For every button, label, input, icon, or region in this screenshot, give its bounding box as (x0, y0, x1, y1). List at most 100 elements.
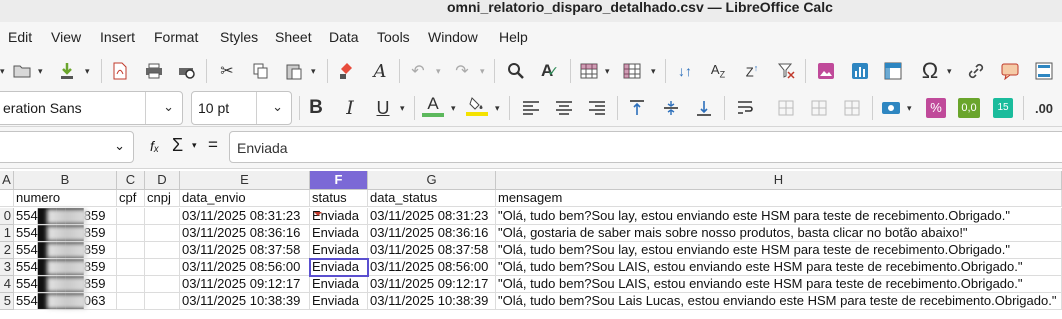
save-dropdown-icon[interactable]: ▾ (85, 66, 90, 77)
cell-data-status[interactable]: 03/11/2025 08:37:58 (368, 242, 496, 259)
redo-dropdown-icon[interactable]: ▾ (480, 66, 485, 77)
sort-descending-icon[interactable]: Z↑ (740, 59, 764, 83)
undo-icon[interactable]: ↶ (406, 59, 430, 83)
italic-icon[interactable]: I (338, 96, 362, 120)
row-icon[interactable] (577, 59, 601, 83)
header-cell-a[interactable] (0, 190, 14, 207)
comment-icon[interactable] (998, 59, 1022, 83)
cell-mensagem[interactable]: "Olá, tudo bem?Sou lay, estou enviando e… (496, 242, 1062, 259)
row-dropdown-icon[interactable]: ▾ (605, 66, 610, 77)
align-bottom-icon[interactable] (692, 96, 716, 120)
insert-image-icon[interactable] (814, 59, 838, 83)
font-color-icon[interactable]: A (421, 94, 445, 118)
column-header-b[interactable]: B (14, 171, 117, 190)
paste-icon[interactable] (282, 59, 306, 83)
percent-format-icon[interactable]: % (924, 96, 948, 120)
column-header-f[interactable]: F (310, 171, 368, 190)
export-pdf-icon[interactable] (108, 59, 132, 83)
menu-insert[interactable]: Insert (100, 29, 135, 45)
sum-dropdown-icon[interactable]: ▾ (192, 140, 197, 151)
menu-help[interactable]: Help (499, 29, 528, 45)
row-number[interactable]: 5 (0, 293, 14, 310)
header-cell-mensagem[interactable]: mensagem (496, 190, 1062, 207)
cell-data-status[interactable]: 03/11/2025 10:38:39 (368, 293, 496, 310)
column-header-d[interactable]: D (145, 171, 180, 190)
column-dropdown-icon[interactable]: ▾ (651, 66, 656, 77)
underline-icon[interactable]: U (371, 96, 395, 120)
row-number[interactable]: 4 (0, 276, 14, 293)
cell-data-envio[interactable]: 03/11/2025 08:31:23 (180, 208, 310, 225)
cell-mensagem[interactable]: "Olá, tudo bem?Sou LAIS, estou enviando … (496, 259, 1062, 276)
bold-icon[interactable]: B (304, 96, 328, 120)
cell-data-envio[interactable]: 03/11/2025 08:36:16 (180, 225, 310, 242)
menu-styles[interactable]: Styles (220, 29, 258, 45)
date-format-icon[interactable]: 15 (991, 96, 1015, 120)
copy-icon[interactable] (249, 59, 273, 83)
name-box[interactable]: ⌄ (0, 131, 134, 163)
column-header-g[interactable]: G (368, 171, 496, 190)
header-cell-data-envio[interactable]: data_envio (180, 190, 310, 207)
open-folder-icon[interactable] (10, 59, 34, 83)
cell-cpf[interactable] (117, 225, 145, 242)
header-cell-status[interactable]: status (310, 190, 368, 207)
highlight-dropdown-icon[interactable]: ▾ (495, 103, 500, 114)
menu-view[interactable]: View (51, 29, 81, 45)
cell-data-envio[interactable]: 03/11/2025 08:37:58 (180, 242, 310, 259)
cell-mensagem[interactable]: "Olá, tudo bem?Sou lay, estou enviando e… (496, 208, 1062, 225)
cell-cnpj[interactable] (145, 208, 180, 225)
menu-window[interactable]: Window (428, 29, 478, 45)
cell-data-status[interactable]: 03/11/2025 08:56:00 (368, 259, 496, 276)
cell-status[interactable]: Enviada (310, 293, 368, 310)
save-icon[interactable] (55, 59, 79, 83)
cell-status[interactable]: Enviada (309, 258, 369, 277)
cell-data-status[interactable]: 03/11/2025 08:36:16 (368, 225, 496, 242)
sort-icon[interactable]: ↓↑ (673, 59, 697, 83)
font-size-combo[interactable]: 10 pt ⌄ (191, 91, 292, 125)
menu-data[interactable]: Data (329, 29, 359, 45)
center-vertically-icon[interactable] (659, 96, 683, 120)
column-icon[interactable] (620, 59, 644, 83)
cell-cpf[interactable] (117, 208, 145, 225)
header-cell-cnpj[interactable]: cnpj (145, 190, 180, 207)
menu-tools[interactable]: Tools (377, 29, 410, 45)
cell-cnpj[interactable] (145, 293, 180, 310)
formula-icon[interactable]: = (208, 135, 218, 155)
font-name-combo[interactable]: eration Sans ⌄ (0, 91, 183, 125)
cell-status[interactable]: Enviada (310, 242, 368, 259)
sum-icon[interactable]: Σ (172, 135, 183, 156)
find-replace-icon[interactable] (504, 59, 528, 83)
cell-data-status[interactable]: 03/11/2025 08:31:23 (368, 208, 496, 225)
align-left-icon[interactable] (519, 96, 543, 120)
new-dropdown-icon[interactable]: ▾ (0, 66, 5, 77)
clear-formatting-icon[interactable]: A (368, 59, 392, 83)
row-number[interactable]: 1 (0, 225, 14, 242)
insert-chart-icon[interactable] (848, 59, 872, 83)
align-top-icon[interactable] (625, 96, 649, 120)
header-cell-cpf[interactable]: cpf (117, 190, 145, 207)
cell-cnpj[interactable] (145, 242, 180, 259)
spelling-icon[interactable]: A ✓ (538, 59, 562, 83)
number-format-icon[interactable]: 0,0 (957, 96, 981, 120)
paste-dropdown-icon[interactable]: ▾ (311, 66, 316, 77)
chevron-down-icon[interactable]: ⌄ (114, 138, 125, 154)
underline-dropdown-icon[interactable]: ▾ (400, 103, 405, 114)
cell-data-envio[interactable]: 03/11/2025 09:12:17 (180, 276, 310, 293)
cut-icon[interactable]: ✂ (215, 59, 239, 83)
hyperlink-icon[interactable] (964, 59, 988, 83)
row-number[interactable]: 2 (0, 242, 14, 259)
cell-cpf[interactable] (117, 276, 145, 293)
cell-cnpj[interactable] (145, 225, 180, 242)
chevron-down-icon[interactable]: ⌄ (163, 99, 174, 115)
menu-sheet[interactable]: Sheet (275, 29, 312, 45)
cell-data-envio[interactable]: 03/11/2025 10:38:39 (180, 293, 310, 310)
headers-footers-icon[interactable] (1032, 59, 1056, 83)
sort-ascending-icon[interactable]: AZ (706, 59, 730, 83)
special-character-icon[interactable]: Ω (918, 58, 942, 83)
special-character-dropdown-icon[interactable]: ▾ (947, 66, 952, 77)
autofilter-icon[interactable] (774, 59, 798, 83)
cell-cnpj[interactable] (145, 259, 180, 276)
row-number[interactable]: 0 (0, 208, 14, 225)
chevron-down-icon[interactable]: ⌄ (272, 99, 283, 115)
formula-input[interactable]: Enviada (229, 131, 1062, 163)
header-cell-numero[interactable]: numero (14, 190, 117, 207)
